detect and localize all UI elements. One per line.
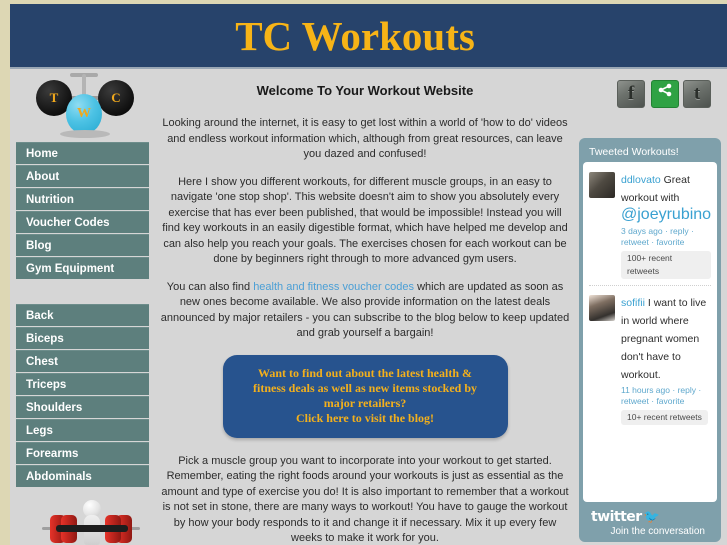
social-icons: f t [617,80,713,110]
nav-item-triceps[interactable]: Triceps [16,373,149,395]
primary-navigation: Home About Nutrition Voucher Codes Blog … [16,142,149,280]
cta-line-3: major retailers? [323,395,407,410]
tweet-meta: 11 hours ago · reply · retweet · favorit… [621,385,702,406]
nav-item-biceps[interactable]: Biceps [16,327,149,349]
nav-item-nutrition[interactable]: Nutrition [16,188,149,210]
twitter-widget: Tweeted Workouts! ddlovato Great workout… [579,138,721,542]
logo-plate-right: C [98,80,134,116]
share-glyph [652,81,678,107]
page-container: TC Workouts T C W f t Home About Nutriti… [10,4,727,545]
tweet-username[interactable]: ddlovato [621,174,661,186]
facebook-glyph: f [627,83,635,104]
cta-line-4: Click here to visit the blog! [295,410,435,425]
nav-item-shoulders[interactable]: Shoulders [16,396,149,418]
intro-paragraph-1: Looking around the internet, it is easy … [162,117,568,160]
nav-item-chest[interactable]: Chest [16,350,149,372]
share-icon[interactable] [651,80,679,108]
nav-item-voucher-codes[interactable]: Voucher Codes [16,211,149,233]
welcome-heading: Welcome To Your Workout Website [256,83,474,98]
tweet-item: sofifii I want to live in world where pr… [589,291,711,431]
tweet-item: ddlovato Great workout with @joeyrubino … [589,168,711,286]
dumbbell-figure-image [36,498,146,545]
tweet-retweet-link[interactable]: retweet [621,237,649,247]
tweet-text: I want to live in world where pregnant w… [621,297,707,381]
site-logo[interactable]: T C W [24,72,152,138]
facebook-icon[interactable]: f [617,80,645,108]
tweet-username[interactable]: sofifii [621,297,645,309]
avatar [589,172,615,198]
twitter-widget-footer[interactable]: twitter 🐦 Join the conversation [583,502,717,537]
tweet-stream[interactable]: ddlovato Great workout with @joeyrubino … [583,162,717,502]
nav-item-abdominals[interactable]: Abdominals [16,465,149,487]
nav-item-back[interactable]: Back [16,304,149,326]
tweet-retweet-badge: 100+ recent retweets [621,251,711,279]
nav-item-blog[interactable]: Blog [16,234,149,256]
twitter-icon[interactable]: t [683,80,711,108]
twitter-tagline: Join the conversation [610,526,705,537]
tweet-favorite-link[interactable]: favorite [656,237,684,247]
nav-item-legs[interactable]: Legs [16,419,149,441]
tweet-timestamp: 11 hours ago [621,385,670,395]
logo-sphere: W [66,94,102,134]
twitter-wordmark: twitter [591,509,642,525]
intro-paragraph-3: You can also find health and fitness vou… [160,280,570,342]
logo-shadow [60,130,110,138]
intro-paragraph-2: Here I show you different workouts, for … [162,175,568,266]
nav-item-forearms[interactable]: Forearms [16,442,149,464]
avatar [589,295,615,321]
tweet-retweet-link[interactable]: retweet [621,396,649,406]
cta-line-1: Want to find out about the latest health… [257,365,472,380]
closing-paragraph: Pick a muscle group you want to incorpor… [161,454,569,545]
tweet-reply-link[interactable]: reply [670,226,688,236]
tweet-retweet-badge: 10+ recent retweets [621,410,708,425]
voucher-codes-link[interactable]: health and fitness voucher codes [253,281,414,293]
tweet-favorite-link[interactable]: favorite [656,396,684,406]
tweet-reply-link[interactable]: reply [678,385,696,395]
tweet-mention[interactable]: @joeyrubino [621,206,711,223]
twitter-glyph: t [693,83,701,104]
tweet-meta: 3 days ago · reply · retweet · favorite [621,226,694,247]
twitter-widget-title: Tweeted Workouts! [589,146,679,158]
twitter-bird-icon: 🐦 [643,509,660,524]
cta-line-2: fitness deals as well as new items stock… [253,380,477,395]
main-content: Welcome To Your Workout Website Looking … [160,82,570,545]
site-header: TC Workouts [10,4,727,69]
blog-cta-banner[interactable]: Want to find out about the latest health… [222,354,508,438]
nav-item-about[interactable]: About [16,165,149,187]
page-title: TC Workouts [235,13,475,59]
tweet-timestamp: 3 days ago [621,226,663,236]
tweet-body: sofifii I want to live in world where pr… [621,293,711,425]
tweet-body: ddlovato Great workout with @joeyrubino … [621,170,711,279]
dumbbell-bar [56,525,128,532]
muscle-group-navigation: Back Biceps Chest Triceps Shoulders Legs… [16,304,149,488]
nav-item-gym-equipment[interactable]: Gym Equipment [16,257,149,279]
nav-item-home[interactable]: Home [16,142,149,164]
paragraph3-text-before: You can also find [166,280,254,293]
